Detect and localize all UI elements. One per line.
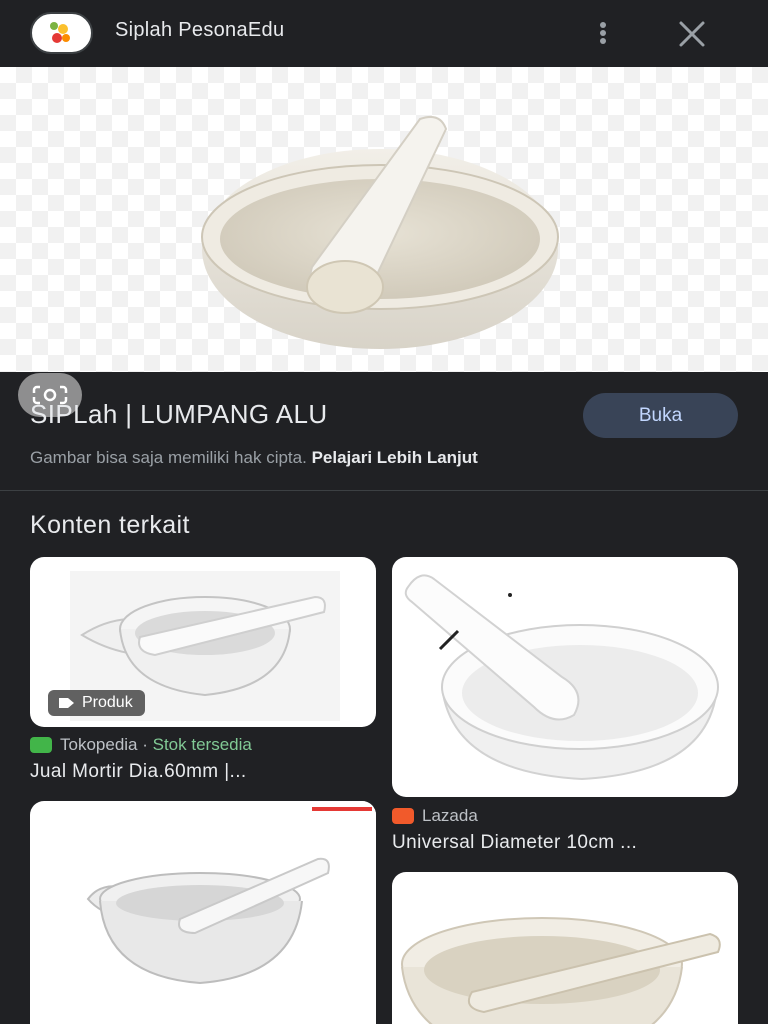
lazada-icon <box>392 808 414 824</box>
learn-more-link[interactable]: Pelajari Lebih Lanjut <box>312 448 478 467</box>
related-source: Lazada <box>392 806 478 826</box>
source-name: Lazada <box>422 806 478 825</box>
source-name: Tokopedia <box>60 735 138 754</box>
related-card-image[interactable]: Produk <box>30 557 376 727</box>
related-card-image[interactable] <box>392 557 738 797</box>
related-caption[interactable]: Jual Mortir Dia.60mm |... <box>30 761 247 783</box>
mortar-image <box>401 917 721 1024</box>
tag-icon <box>59 698 74 708</box>
related-caption[interactable]: Universal Diameter 10cm ... <box>392 832 637 854</box>
image-title[interactable]: SIPLah | LUMPANG ALU <box>30 399 328 430</box>
source-separator: · <box>137 735 153 754</box>
related-source: Tokopedia · Stok tersedia <box>30 735 252 755</box>
copyright-text: Gambar bisa saja memiliki hak cipta. <box>30 448 307 467</box>
mortar-pestle-image <box>201 116 559 349</box>
site-title[interactable]: Siplah PesonaEdu <box>115 19 284 42</box>
copyright-notice: Gambar bisa saja memiliki hak cipta. Pel… <box>30 448 478 468</box>
product-badge: Produk <box>48 690 145 716</box>
open-button[interactable]: Buka <box>583 393 738 438</box>
more-vert-icon[interactable] <box>586 16 620 50</box>
related-card-image[interactable] <box>30 801 376 1024</box>
site-logo-icon <box>30 12 93 54</box>
badge-label: Produk <box>82 694 133 711</box>
close-icon[interactable] <box>672 14 712 54</box>
divider <box>0 490 768 491</box>
preview-image[interactable] <box>0 67 768 417</box>
mortar-image <box>404 574 719 781</box>
related-card-image[interactable] <box>392 872 738 1024</box>
top-bar: Siplah PesonaEdu <box>0 0 768 67</box>
tokopedia-icon <box>30 737 52 753</box>
stock-status: Stok tersedia <box>152 735 252 754</box>
related-heading: Konten terkait <box>30 511 190 539</box>
mortar-image <box>86 801 376 985</box>
